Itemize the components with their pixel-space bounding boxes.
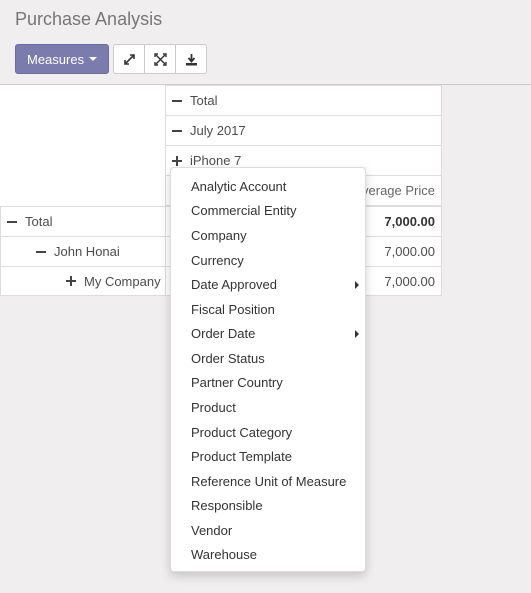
collapse-icon bbox=[172, 129, 182, 132]
row-header-label: John Honai bbox=[54, 244, 120, 259]
caret-down-icon bbox=[89, 57, 98, 61]
col-header-label: iPhone 7 bbox=[190, 153, 242, 168]
row-header-total[interactable]: Total bbox=[0, 206, 166, 237]
groupby-product[interactable]: Product bbox=[191, 400, 236, 415]
expand-icon bbox=[172, 155, 182, 166]
groupby-order-date[interactable]: Order Date bbox=[191, 326, 255, 341]
row-header-label: My Company bbox=[84, 273, 161, 289]
groupby-warehouse[interactable]: Warehouse bbox=[191, 547, 257, 562]
download-icon bbox=[185, 53, 197, 65]
groupby-company[interactable]: Company bbox=[191, 228, 247, 243]
submenu-arrow-icon bbox=[355, 330, 359, 338]
groupby-reference-uom[interactable]: Reference Unit of Measure bbox=[191, 474, 346, 489]
expand-icon bbox=[66, 276, 76, 286]
row-header-label: Total bbox=[25, 214, 53, 229]
expand-all-button[interactable] bbox=[113, 44, 146, 74]
collapse-icon bbox=[36, 250, 46, 253]
groupby-partner-country[interactable]: Partner Country bbox=[191, 375, 283, 390]
page-title: Purchase Analysis bbox=[15, 9, 163, 29]
row-header-john-honai[interactable]: John Honai bbox=[0, 236, 166, 267]
groupby-commercial-entity[interactable]: Commercial Entity bbox=[191, 203, 296, 218]
groupby-analytic-account[interactable]: Analytic Account bbox=[191, 179, 286, 194]
groupby-fiscal-position[interactable]: Fiscal Position bbox=[191, 302, 275, 317]
col-header-label: Total bbox=[190, 93, 218, 108]
groupby-dropdown: Analytic Account Commercial Entity Compa… bbox=[170, 167, 366, 572]
groupby-responsible[interactable]: Responsible bbox=[191, 498, 263, 513]
collapse-icon bbox=[7, 220, 17, 223]
fullscreen-icon bbox=[153, 52, 167, 66]
collapse-icon bbox=[172, 99, 182, 102]
measures-button[interactable]: Measures bbox=[15, 44, 110, 74]
groupby-product-category[interactable]: Product Category bbox=[191, 425, 292, 440]
col-header-label: July 2017 bbox=[190, 123, 246, 138]
groupby-vendor[interactable]: Vendor bbox=[191, 523, 232, 538]
groupby-product-template[interactable]: Product Template bbox=[191, 449, 292, 464]
pivot-toolbar: Measures bbox=[15, 44, 208, 74]
download-button[interactable] bbox=[175, 44, 208, 74]
col-header-total[interactable]: Total bbox=[165, 85, 442, 116]
groupby-date-approved[interactable]: Date Approved bbox=[191, 277, 277, 292]
fullscreen-button[interactable] bbox=[144, 44, 177, 74]
col-header-month[interactable]: July 2017 bbox=[165, 115, 442, 146]
expand-icon bbox=[123, 53, 135, 65]
pivot-action-buttons bbox=[113, 44, 208, 74]
groupby-order-status[interactable]: Order Status bbox=[191, 351, 265, 366]
measures-label: Measures bbox=[27, 51, 85, 67]
groupby-currency[interactable]: Currency bbox=[191, 253, 244, 268]
submenu-arrow-icon bbox=[355, 281, 359, 289]
row-header-my-company[interactable]: My Company bbox=[0, 266, 166, 296]
